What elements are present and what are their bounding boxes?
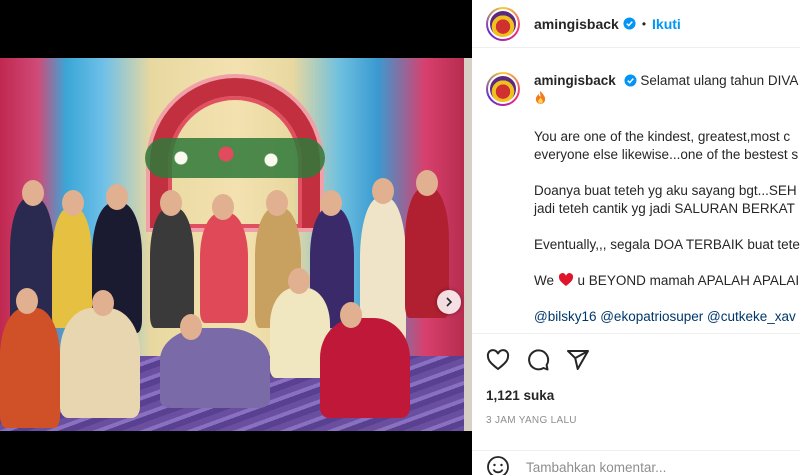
verified-badge-icon [623,17,636,30]
verified-badge-icon [624,74,637,87]
caption-paragraph-1: You are one of the kindest, greatest,mos… [534,129,799,162]
emoji-icon[interactable] [486,455,510,475]
comment-input[interactable]: Tambahkan komentar... [526,460,666,475]
photo-frame-edge [464,58,472,431]
comment-icon[interactable] [526,348,550,372]
comment-bar: Tambahkan komentar... [472,450,800,475]
post-photo[interactable] [0,58,472,431]
caption-paragraph-4: We u BEYOND mamah APALAH APALAI [534,272,800,288]
post-side-panel: amingisback • Ikuti amingisback Selamat … [472,0,800,475]
share-icon[interactable] [566,348,590,372]
caption-paragraph-3: Eventually,,, segala DOA TERBAIK buat te… [534,237,800,252]
caption-username[interactable]: amingisback [534,73,616,88]
red-heart-emoji-icon [558,272,574,288]
post-header: amingisback • Ikuti [472,0,800,48]
author-username[interactable]: amingisback [534,16,619,32]
media-pane [0,0,472,475]
post-actions: 1,121 suka 3 JAM YANG LALU [472,333,800,426]
caption-paragraph-2: Doanya buat teteh yg aku sayang bgt...SE… [534,183,797,216]
header-separator: • [641,16,647,31]
caption-line-1: Selamat ulang tahun DIVA [640,73,799,88]
chevron-right-icon [446,297,453,307]
caption-avatar[interactable] [486,72,520,106]
follow-button[interactable]: Ikuti [652,16,681,32]
caption-area: amingisback Selamat ulang tahun DIVA You… [472,48,800,333]
author-avatar[interactable] [486,6,520,41]
heart-icon[interactable] [486,348,510,372]
like-count[interactable]: 1,121 suka [486,388,800,403]
next-slide-button[interactable] [437,290,461,314]
caption-tagged-users[interactable]: @bilsky16 @ekopatriosuper @cutkeke_xav [534,308,800,326]
photo-group-people [0,168,464,428]
fire-emoji-icon [534,90,800,110]
post-timestamp[interactable]: 3 JAM YANG LALU [486,415,800,426]
